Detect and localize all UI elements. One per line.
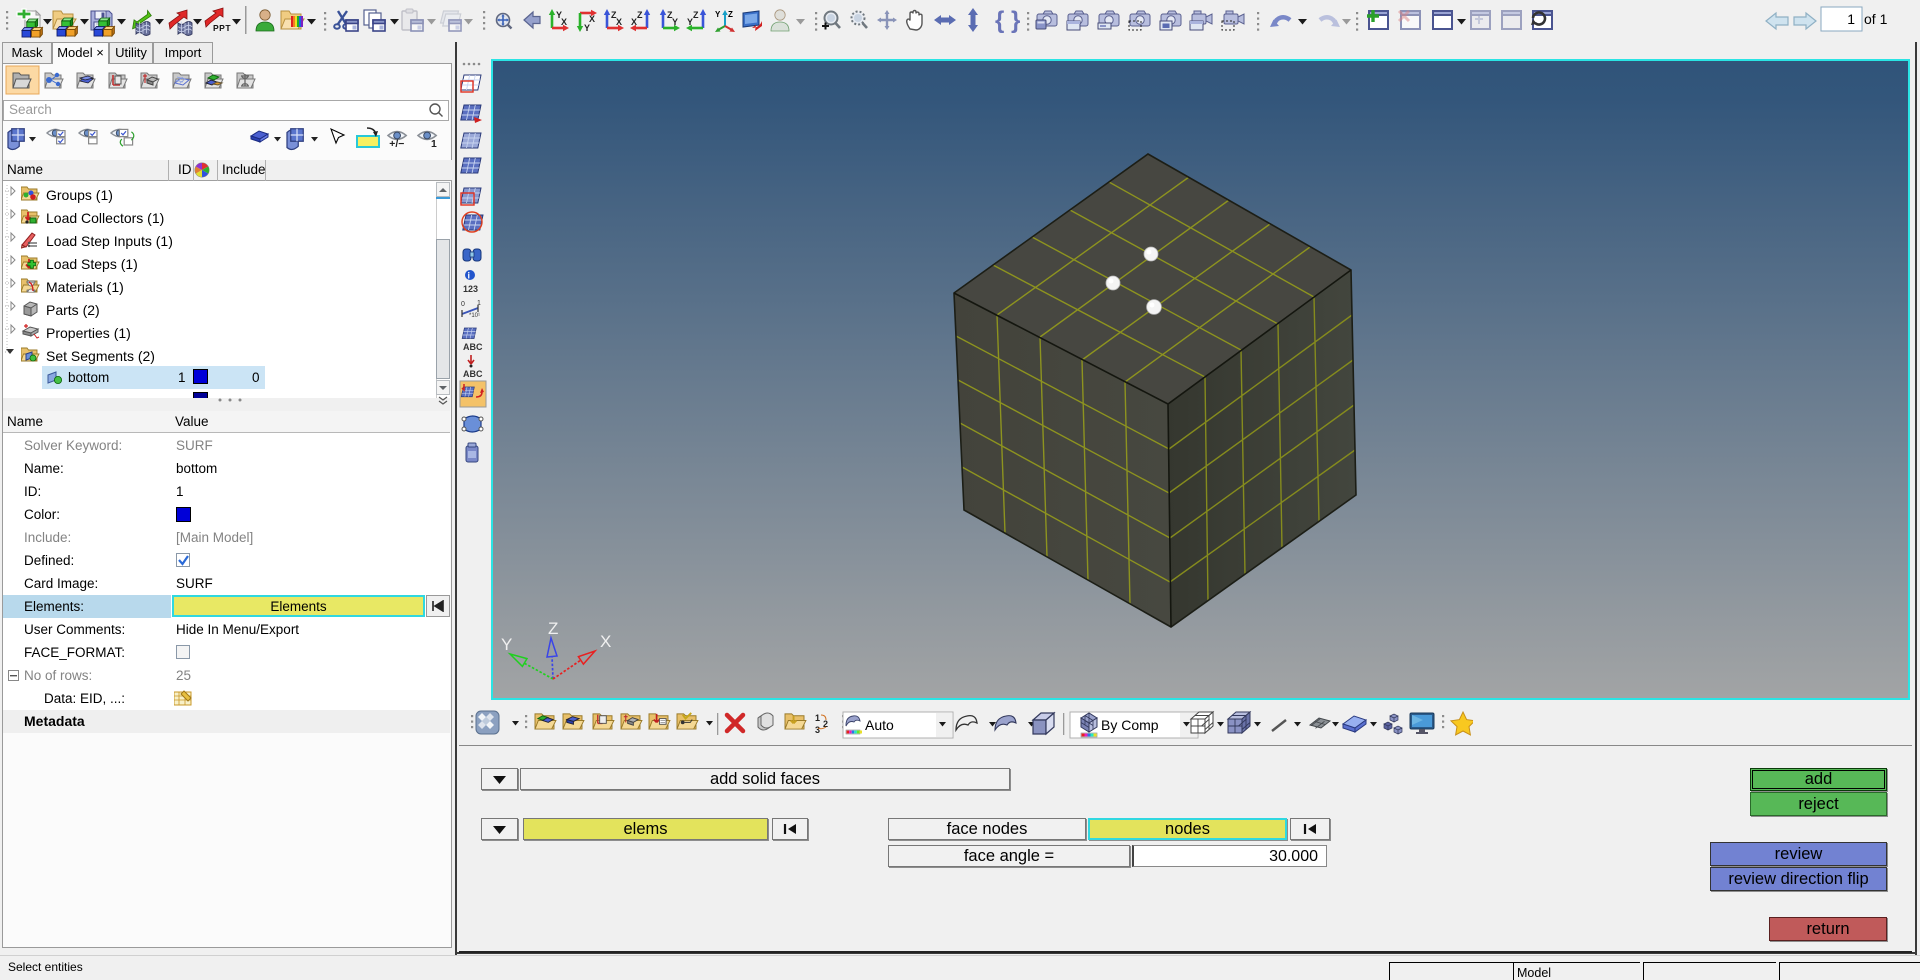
svg-text:By Comp: By Comp	[1101, 717, 1159, 733]
svg-text:X: X	[600, 632, 611, 651]
svg-text:3: 3	[815, 725, 820, 735]
svg-text:Auto: Auto	[865, 717, 894, 733]
svg-text:123: 123	[463, 284, 478, 294]
svg-text:*10¹: *10¹	[469, 313, 480, 319]
svg-text:i: i	[468, 271, 471, 281]
svg-text:ABC: ABC	[463, 342, 483, 352]
svg-text:Y: Y	[501, 635, 512, 654]
svg-text:0: 0	[461, 301, 465, 308]
svg-text:1: 1	[815, 713, 820, 723]
svg-text:ABC: ABC	[463, 369, 483, 379]
svg-text:Z: Z	[548, 619, 558, 638]
